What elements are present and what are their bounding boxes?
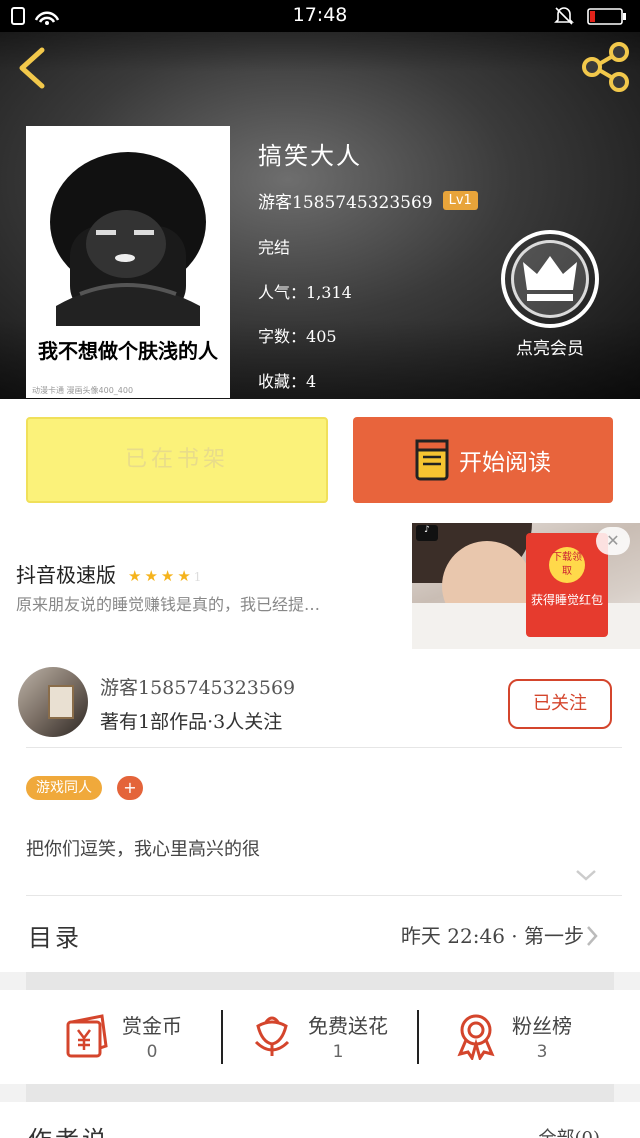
start-reading-button[interactable]: 开始阅读: [353, 417, 613, 503]
star-icons: ★★★★: [128, 566, 194, 585]
status-time: 17:48: [292, 4, 348, 26]
book-icon: [415, 439, 449, 481]
reward-count: 0: [146, 1042, 158, 1062]
action-bar: 已在书架 开始阅读: [0, 399, 640, 523]
divider: [26, 747, 622, 748]
medal-icon: [457, 1014, 495, 1060]
cover-watermark: 动漫卡通 漫画头像400_400: [32, 386, 134, 395]
popularity-label: 人气：: [258, 283, 307, 302]
followed-button[interactable]: 已关注: [508, 679, 612, 729]
chevron-right-icon: [587, 926, 598, 946]
meme-face-image: [26, 126, 230, 326]
words-value: 405: [306, 327, 337, 346]
ad-banner[interactable]: 抖音极速版 ★★★★1 原来朋友说的睡觉赚钱是真的，我已经提… 下载领取 获得睡…: [0, 523, 640, 657]
vip-label: 点亮会员: [516, 339, 584, 359]
book-cover[interactable]: 我不想做个肤浅的人 动漫卡通 漫画头像400_400: [26, 126, 230, 398]
divider: [417, 1010, 419, 1064]
book-header: 17:48 我不想做个肤浅的人 动漫卡通 漫画头像400_400 搞笑大人 游客…: [0, 0, 640, 399]
author-stats: 著有1部作品·3人关注: [100, 711, 283, 733]
chevron-down-icon: [576, 870, 596, 881]
douyin-logo-icon: ♪: [416, 525, 438, 541]
free-flower-button[interactable]: 免费送花 1: [216, 990, 406, 1084]
level-badge: Lv1: [442, 191, 478, 210]
add-tag-button[interactable]: +: [117, 776, 143, 800]
ad-close-button[interactable]: ✕: [596, 527, 630, 555]
crown-icon: [523, 256, 577, 301]
share-icon: [582, 42, 629, 92]
download-badge: 下载领取: [549, 547, 585, 583]
battery-icon: [554, 7, 626, 25]
book-popularity: 人气：1,314: [258, 279, 352, 303]
toc-latest-chapter: 昨天 22:46 · 第一步: [400, 924, 584, 948]
book-status: 完结: [258, 238, 291, 257]
favorites-label: 收藏：: [258, 372, 307, 391]
red-envelope-text: 获得睡觉红包: [530, 593, 603, 607]
status-bar: 17:48: [0, 0, 640, 32]
in-shelf-button[interactable]: 已在书架: [26, 417, 328, 503]
book-title: 搞笑大人: [258, 142, 362, 170]
popularity-value: 1,314: [306, 283, 352, 302]
red-envelope-card: 下载领取 获得睡觉红包: [526, 533, 608, 637]
expand-button[interactable]: [574, 865, 598, 885]
author-name[interactable]: 游客1585745323569: [100, 673, 295, 700]
back-button[interactable]: [14, 44, 54, 92]
reward-count: 1: [332, 1042, 344, 1062]
words-label: 字数：: [258, 327, 307, 346]
book-favorites: 收藏：4: [258, 368, 316, 392]
fan-ranking-button[interactable]: 粉丝榜 3: [420, 990, 610, 1084]
section-gap: [26, 972, 614, 990]
author-notes-label: 作者说: [28, 1120, 109, 1138]
favorites-value: 4: [306, 372, 317, 391]
book-author[interactable]: 游客1585745323569: [258, 188, 433, 213]
reward-label: 免费送花: [308, 1014, 388, 1038]
ad-title-row: 抖音极速版 ★★★★1: [16, 559, 201, 588]
reward-coin-button[interactable]: 赏金币 0: [30, 990, 220, 1084]
cover-caption: 我不想做个肤浅的人: [26, 326, 230, 376]
reward-label: 赏金币: [122, 1014, 182, 1038]
author-notes-row[interactable]: 作者说 全部(0): [0, 1102, 640, 1138]
section-gap: [26, 1084, 614, 1102]
chevron-left-icon: [19, 47, 45, 89]
author-notes-all-link[interactable]: 全部(0): [539, 1124, 601, 1138]
book-author-line: 游客1585745323569 Lv1: [258, 188, 478, 213]
rating-stars: ★★★★1: [128, 562, 201, 586]
start-reading-label: 开始阅读: [459, 450, 551, 476]
coin-envelope-icon: [66, 1014, 108, 1058]
flower-icon: [254, 1016, 290, 1056]
vip-badge: [501, 230, 599, 328]
rating-tail: 1: [193, 569, 202, 584]
book-words: 字数：405: [258, 323, 337, 347]
toc-label: 目录: [28, 924, 82, 952]
genre-tag[interactable]: 游戏同人: [26, 776, 102, 800]
ad-title: 抖音极速版: [16, 563, 116, 587]
ad-description: 原来朋友说的睡觉赚钱是真的，我已经提…: [16, 595, 321, 614]
reward-count: 3: [536, 1042, 548, 1062]
reward-label: 粉丝榜: [512, 1014, 572, 1038]
avatar[interactable]: [18, 667, 88, 737]
book-description: 把你们逗笑，我心里高兴的很: [26, 839, 260, 860]
status-icons-right: [552, 6, 632, 30]
rewards-bar: 赏金币 0 免费送花 1 粉丝榜 3: [0, 990, 640, 1084]
share-button[interactable]: [580, 42, 630, 92]
table-of-contents-row[interactable]: 目录 昨天 22:46 · 第一步: [0, 896, 640, 972]
vip-button[interactable]: 点亮会员: [500, 230, 600, 359]
